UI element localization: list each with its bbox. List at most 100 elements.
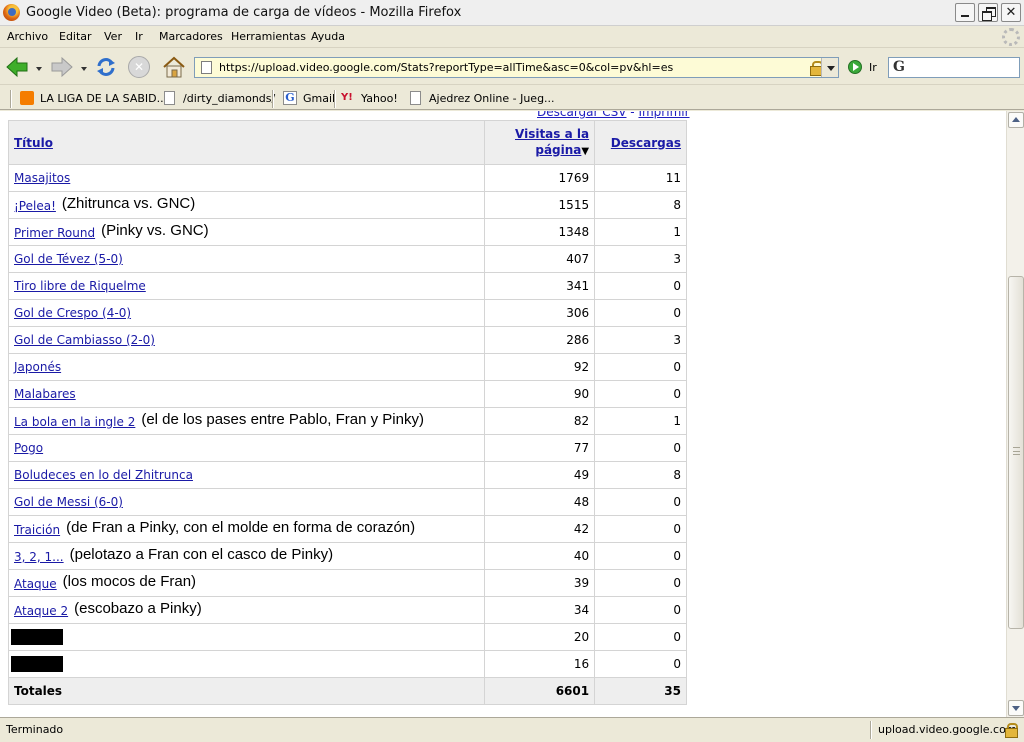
home-icon xyxy=(163,56,185,78)
table-row: 20 0 xyxy=(7,623,687,651)
video-title-link[interactable]: Primer Round xyxy=(14,226,95,240)
video-title-link[interactable]: Gol de Crespo (4-0) xyxy=(14,306,131,320)
video-title-link[interactable]: Ataque 2 xyxy=(14,604,68,618)
cell-views: 20 xyxy=(484,623,596,651)
table-row: Tiro libre de Riquelme 341 0 xyxy=(7,272,687,300)
header-title: Título xyxy=(7,120,486,165)
table-row: Ataque 2 (escobazo a Pinky) 34 0 xyxy=(7,596,687,624)
header-views: Visitas a la página▼ xyxy=(484,120,596,165)
cell-title: Gol de Crespo (4-0) xyxy=(7,299,486,327)
video-title-link[interactable]: 3, 2, 1... xyxy=(14,550,64,564)
status-separator xyxy=(870,721,871,739)
reload-button[interactable] xyxy=(94,55,118,79)
lock-icon[interactable] xyxy=(810,61,823,76)
cell-downloads: 8 xyxy=(594,191,687,219)
url-text[interactable]: https://upload.video.google.com/Stats?re… xyxy=(219,61,673,74)
video-title-link[interactable]: Pogo xyxy=(14,441,43,455)
video-title-link[interactable]: Japonés xyxy=(14,360,61,374)
go-button[interactable] xyxy=(848,60,862,74)
video-title-link[interactable]: Gol de Tévez (5-0) xyxy=(14,252,123,266)
video-title-link[interactable]: Traición xyxy=(14,523,60,537)
table-row: Pogo 77 0 xyxy=(7,434,687,462)
download-csv-link[interactable]: Descargar CSV xyxy=(537,111,626,119)
stop-button[interactable]: ✕ xyxy=(128,56,150,78)
cell-views: 16 xyxy=(484,650,596,678)
sort-by-downloads-link[interactable]: Descargas xyxy=(611,136,681,150)
back-history-dropdown[interactable] xyxy=(36,67,42,71)
status-bar: Terminado upload.video.google.com xyxy=(0,717,1024,742)
security-lock-icon[interactable] xyxy=(1005,723,1018,738)
cell-views: 48 xyxy=(484,488,596,516)
cell-views: 90 xyxy=(484,380,596,408)
bookmark-dirty-diamonds[interactable]: /dirty_diamonds/ xyxy=(183,92,275,105)
cell-views: 306 xyxy=(484,299,596,327)
table-row: Ataque (los mocos de Fran) 39 0 xyxy=(7,569,687,597)
vertical-scrollbar[interactable] xyxy=(1006,111,1024,717)
header-views-line1: Visitas a la xyxy=(515,126,590,141)
forward-history-dropdown[interactable] xyxy=(81,67,87,71)
cell-title: Traición (de Fran a Pinky, con el molde e… xyxy=(7,515,486,543)
menu-editar[interactable]: Editar xyxy=(59,30,92,43)
minimize-button[interactable] xyxy=(955,3,975,22)
status-text: Terminado xyxy=(6,723,64,736)
menu-archivo[interactable]: Archivo xyxy=(7,30,48,43)
video-title-link[interactable]: Tiro libre de Riquelme xyxy=(14,279,146,293)
home-button[interactable] xyxy=(162,55,186,79)
blogger-icon xyxy=(20,91,34,105)
video-title-link[interactable]: ¡Pelea! xyxy=(14,199,56,213)
video-title-link[interactable]: Boludeces en lo del Zhitrunca xyxy=(14,468,193,482)
video-title-link[interactable]: Gol de Cambiasso (2-0) xyxy=(14,333,155,347)
menu-ver[interactable]: Ver xyxy=(104,30,122,43)
sort-by-views-link[interactable]: Visitas a la página xyxy=(515,127,589,157)
menu-marcadores[interactable]: Marcadores xyxy=(159,30,223,43)
video-title-link[interactable]: La bola en la ingle 2 xyxy=(14,415,135,429)
cell-views: 341 xyxy=(484,272,596,300)
table-row: Boludeces en lo del Zhitrunca 49 8 xyxy=(7,461,687,489)
back-arrow-icon xyxy=(6,56,28,78)
menu-ayuda[interactable]: Ayuda xyxy=(311,30,345,43)
go-label[interactable]: Ir xyxy=(869,61,877,74)
page-icon xyxy=(201,61,212,74)
redacted-title-block xyxy=(11,656,63,672)
restore-button[interactable] xyxy=(978,3,998,22)
table-row: Masajitos 1769 11 xyxy=(7,164,687,192)
scroll-thumb[interactable] xyxy=(1008,276,1024,629)
bookmark-gmail[interactable]: Gmail xyxy=(303,92,335,105)
handwritten-note: (pelotazo a Fran con el casco de Pinky) xyxy=(69,545,334,563)
page-icon xyxy=(410,91,421,105)
google-search-engine-icon[interactable]: G xyxy=(893,60,909,75)
cell-views: 92 xyxy=(484,353,596,381)
bookmark-ajedrez-online[interactable]: Ajedrez Online - Jueg... xyxy=(429,92,555,105)
menu-ir[interactable]: Ir xyxy=(135,30,143,43)
scroll-up-button[interactable] xyxy=(1008,112,1024,128)
totals-label: Totales xyxy=(7,677,486,705)
cell-title: Tiro libre de Riquelme xyxy=(7,272,486,300)
url-bar[interactable]: https://upload.video.google.com/Stats?re… xyxy=(194,57,839,78)
bookmark-yahoo[interactable]: Yahoo! xyxy=(361,92,398,105)
back-button[interactable] xyxy=(5,55,29,79)
cell-downloads: 8 xyxy=(594,461,687,489)
sort-by-title-link[interactable]: Título xyxy=(14,136,53,150)
toolbar-separator xyxy=(334,90,335,108)
video-title-link[interactable]: Ataque xyxy=(14,577,57,591)
scroll-down-button[interactable] xyxy=(1008,700,1024,716)
print-link[interactable]: Imprimir xyxy=(638,111,689,119)
video-title-link[interactable]: Gol de Messi (6-0) xyxy=(14,495,123,509)
close-button[interactable]: ✕ xyxy=(1001,3,1021,22)
firefox-logo-icon xyxy=(3,4,20,21)
header-views-line2: página xyxy=(535,142,582,157)
bookmark-liga-sabiduria[interactable]: LA LIGA DE LA SABID... xyxy=(40,92,167,105)
url-history-dropdown[interactable] xyxy=(821,58,838,77)
video-title-link[interactable]: Malabares xyxy=(14,387,76,401)
video-title-link[interactable]: Masajitos xyxy=(14,171,70,185)
cell-downloads: 0 xyxy=(594,272,687,300)
menu-herramientas[interactable]: Herramientas xyxy=(231,30,306,43)
cell-views: 42 xyxy=(484,515,596,543)
forward-button[interactable] xyxy=(50,55,74,79)
cell-title: Ataque (los mocos de Fran) xyxy=(7,569,486,597)
title-bar: Google Video (Beta): programa de carga d… xyxy=(0,0,1024,26)
cell-downloads: 0 xyxy=(594,569,687,597)
search-input[interactable]: G xyxy=(888,57,1020,78)
cell-views: 1769 xyxy=(484,164,596,192)
cell-downloads: 0 xyxy=(594,353,687,381)
